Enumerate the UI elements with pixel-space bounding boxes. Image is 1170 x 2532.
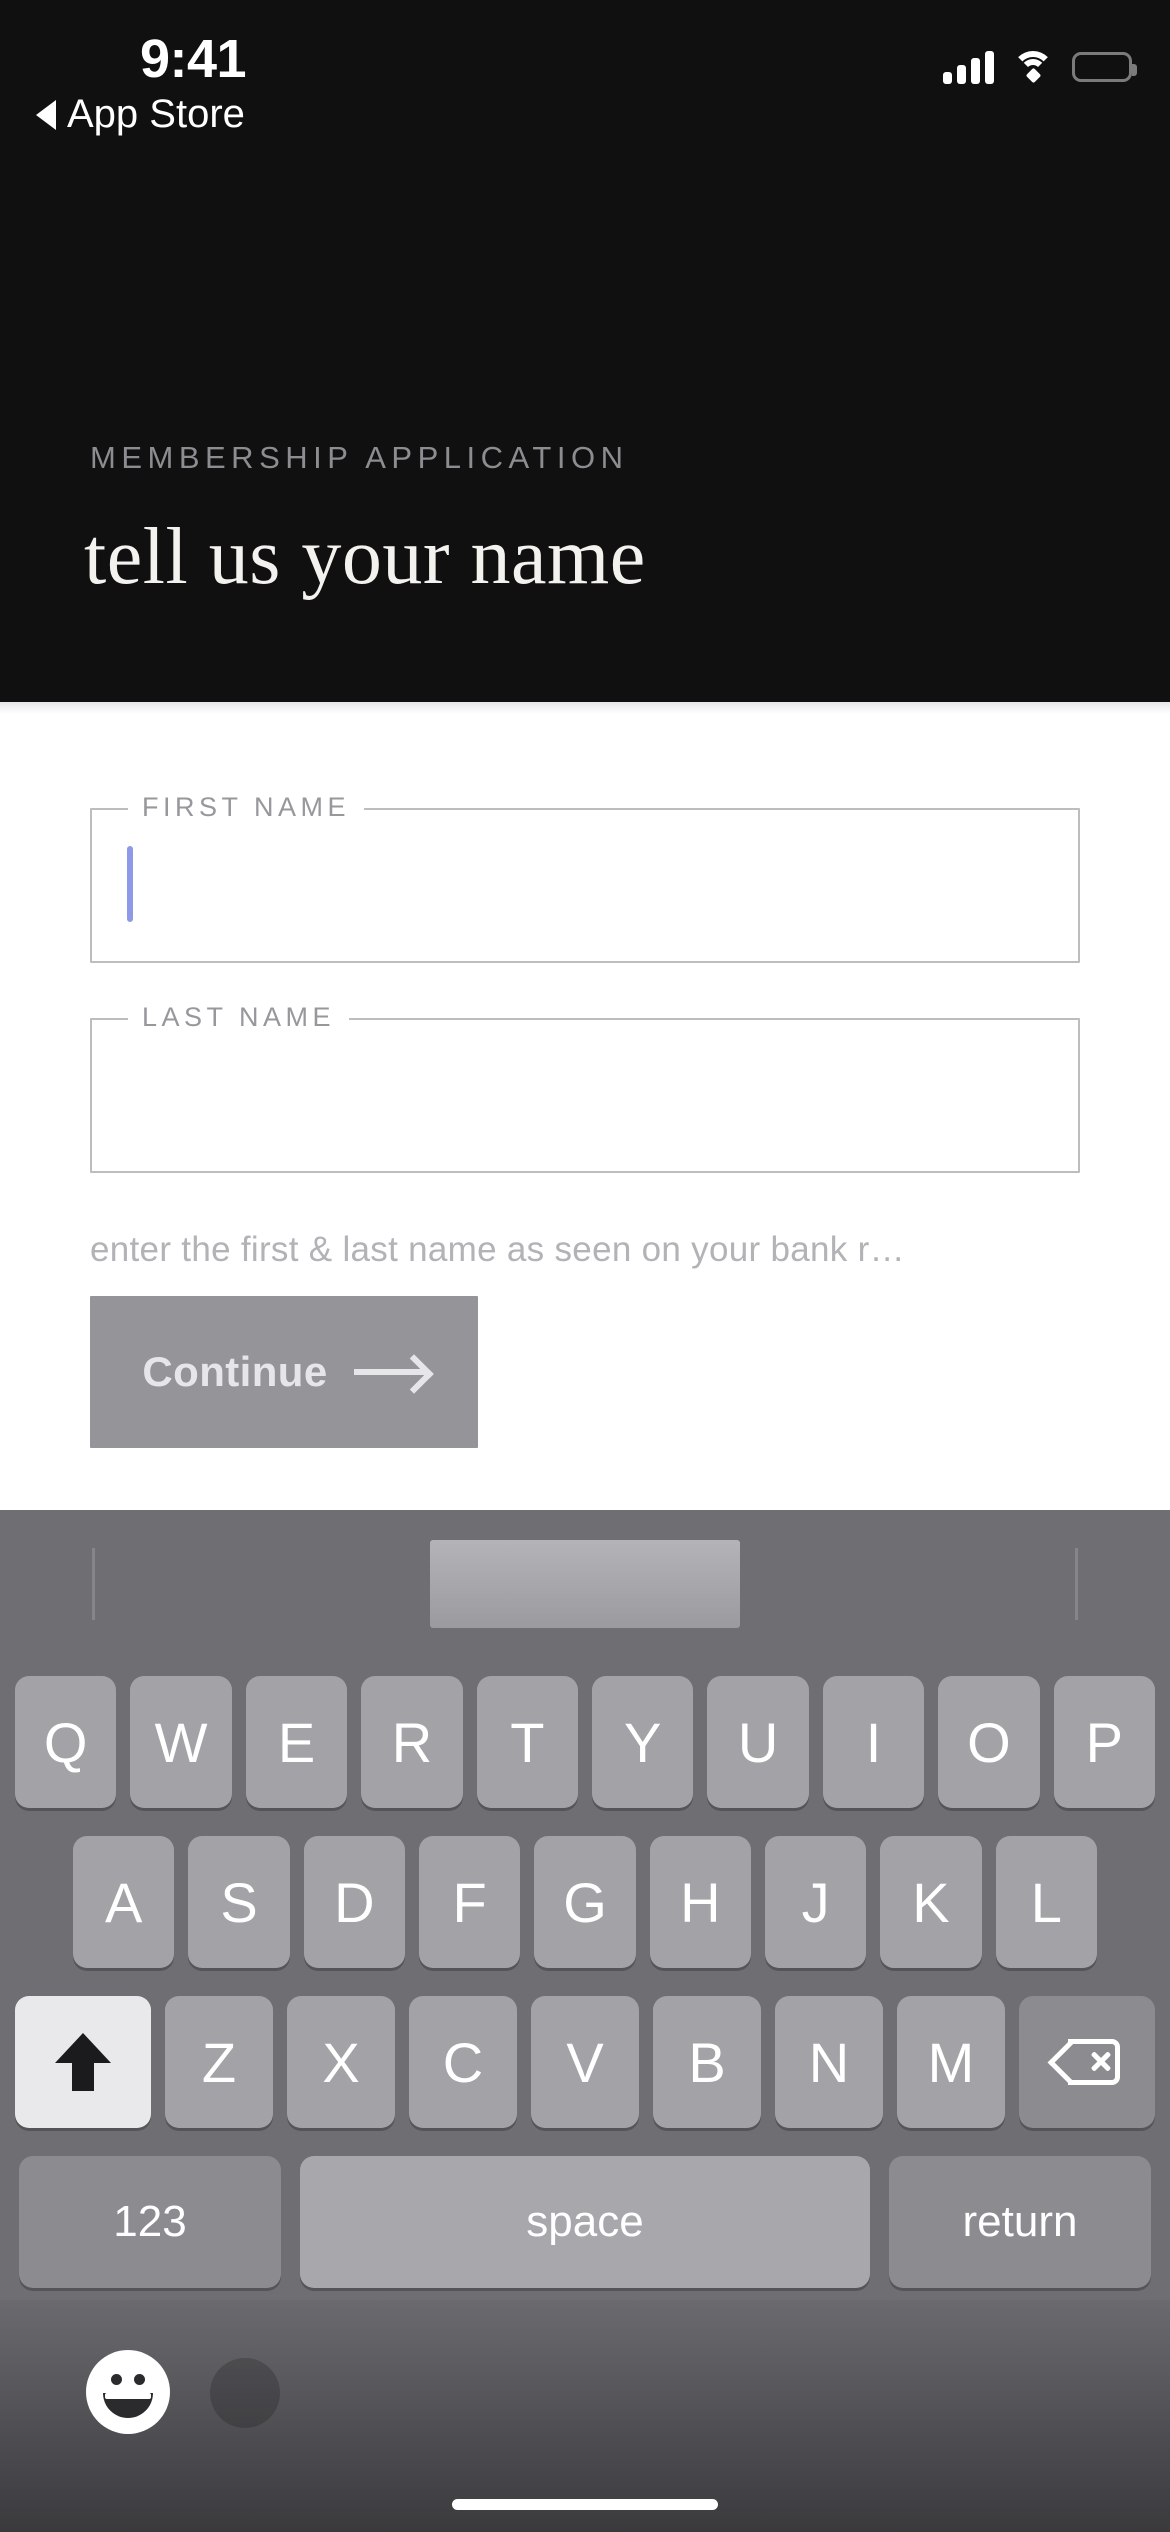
cellular-signal-icon <box>943 50 994 84</box>
key-s[interactable]: S <box>188 1836 290 1968</box>
emoji-key[interactable] <box>86 2350 170 2434</box>
key-r[interactable]: R <box>361 1676 463 1808</box>
last-name-label: LAST NAME <box>128 1000 350 1034</box>
header-divider <box>0 702 1170 714</box>
numeric-key[interactable]: 123 <box>19 2156 281 2288</box>
dictation-key[interactable] <box>210 2358 280 2428</box>
key-y[interactable]: Y <box>592 1676 694 1808</box>
key-w[interactable]: W <box>130 1676 232 1808</box>
last-name-input-border <box>90 1018 1080 1173</box>
shift-key[interactable] <box>15 1996 151 2128</box>
form-helper-text: enter the first & last name as seen on y… <box>90 1230 905 1269</box>
key-z[interactable]: Z <box>165 1996 273 2128</box>
keyboard-row-4: 123 space return <box>0 2156 1170 2288</box>
back-triangle-icon <box>36 99 56 130</box>
key-f[interactable]: F <box>418 1836 521 1968</box>
predictive-divider <box>1075 1548 1078 1620</box>
emoji-smiley-icon <box>86 2350 170 2434</box>
continue-button[interactable]: Continue <box>90 1296 478 1448</box>
key-o[interactable]: O <box>938 1676 1040 1808</box>
home-indicator[interactable] <box>452 2499 718 2510</box>
return-key[interactable]: return <box>889 2156 1151 2288</box>
key-n[interactable]: N <box>775 1996 883 2128</box>
back-to-app-store-button[interactable]: App Store <box>36 92 245 137</box>
predictive-divider <box>92 1548 95 1620</box>
key-j[interactable]: J <box>764 1836 867 1968</box>
delete-backspace-icon <box>1047 2039 1120 2085</box>
keyboard-row-3: ZXCVBNM <box>0 1996 1170 2128</box>
page-eyebrow: MEMBERSHIP APPLICATION <box>90 440 629 475</box>
key-p[interactable]: P <box>1053 1676 1156 1808</box>
keyboard-row-1: QWERTYUIOP <box>0 1676 1170 1808</box>
key-k[interactable]: K <box>880 1836 982 1968</box>
battery-icon <box>1072 52 1137 82</box>
status-bar-indicators <box>943 50 1137 84</box>
shift-up-arrow-icon <box>55 2033 111 2091</box>
space-key[interactable]: space <box>300 2156 870 2288</box>
key-u[interactable]: U <box>707 1676 809 1808</box>
key-c[interactable]: C <box>409 1996 517 2128</box>
text-cursor <box>127 846 133 922</box>
key-d[interactable]: D <box>303 1836 405 1968</box>
keyboard-footer <box>0 2300 1170 2532</box>
key-i[interactable]: I <box>822 1676 925 1808</box>
key-t[interactable]: T <box>476 1676 579 1808</box>
predictive-text-bar <box>0 1510 1170 1656</box>
wifi-icon <box>1012 51 1054 84</box>
name-form: FIRST NAME LAST NAME enter the first & l… <box>0 714 1170 1510</box>
page-title: tell us your name <box>84 513 646 601</box>
back-button-label: App Store <box>67 92 245 136</box>
key-q[interactable]: Q <box>15 1676 117 1808</box>
status-bar: 9:41 App Store <box>0 0 1170 150</box>
phone-screen: 9:41 App Store MEMBERSHIP APPLICATION te… <box>0 0 1170 2532</box>
first-name-field[interactable]: FIRST NAME <box>90 790 1080 963</box>
key-b[interactable]: B <box>653 1996 761 2128</box>
key-x[interactable]: X <box>287 1996 395 2128</box>
first-name-label: FIRST NAME <box>128 790 365 824</box>
key-h[interactable]: H <box>649 1836 751 1968</box>
predictive-suggestion-slot[interactable] <box>430 1540 740 1628</box>
key-v[interactable]: V <box>531 1996 639 2128</box>
key-l[interactable]: L <box>995 1836 1097 1968</box>
last-name-field[interactable]: LAST NAME <box>90 1000 1080 1173</box>
delete-key[interactable] <box>1019 1996 1155 2128</box>
status-bar-time: 9:41 <box>140 29 247 89</box>
key-m[interactable]: M <box>897 1996 1005 2128</box>
key-g[interactable]: G <box>534 1836 636 1968</box>
keyboard-row-2: ASDFGHJKL <box>0 1836 1170 1968</box>
continue-button-label: Continue <box>142 1348 328 1395</box>
on-screen-keyboard: QWERTYUIOP ASDFGHJKL ZXCVBNM 123 space r… <box>0 1510 1170 2532</box>
first-name-input-border <box>90 808 1080 963</box>
arrow-right-icon <box>353 1369 426 1375</box>
key-a[interactable]: A <box>73 1836 175 1968</box>
key-e[interactable]: E <box>245 1676 348 1808</box>
app-header: 9:41 App Store MEMBERSHIP APPLICATION te… <box>0 0 1170 702</box>
